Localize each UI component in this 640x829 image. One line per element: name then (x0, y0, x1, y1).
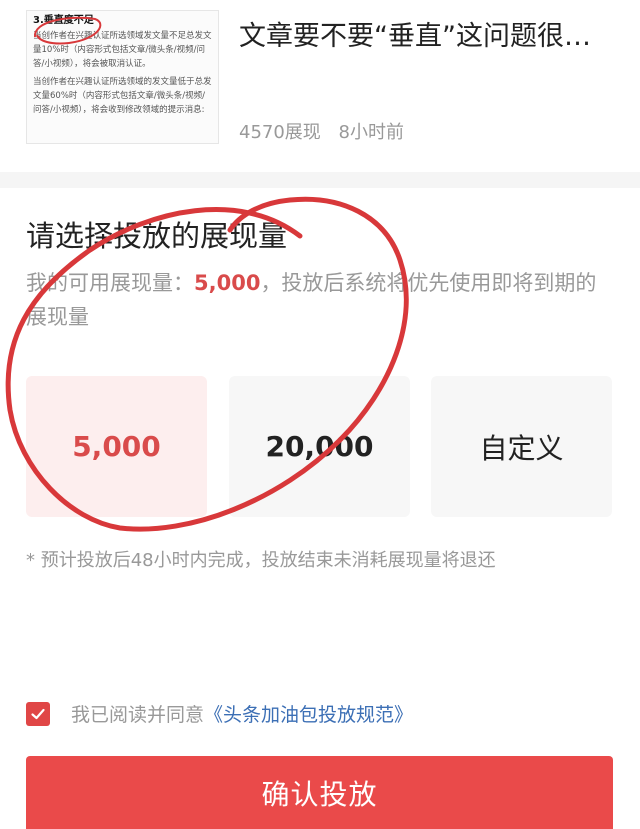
agreement-row: 我已阅读并同意 《头条加油包投放规范》 (26, 700, 413, 727)
article-card[interactable]: 3.垂直度不足 当创作者在兴趣认证所选领域发文量不足总发文量10%时（内容形式包… (0, 0, 640, 172)
agreement-text: 我已阅读并同意 (71, 704, 205, 726)
option-20000[interactable]: 20,000 (229, 376, 410, 517)
agreement-link[interactable]: 《头条加油包投放规范》 (204, 700, 413, 727)
desc-prefix: 我的可用展现量： (26, 271, 194, 295)
available-views-value: 5,000 (194, 271, 261, 295)
confirm-delivery-button[interactable]: 确认投放 (26, 756, 613, 829)
publish-time: 8小时前 (338, 122, 404, 143)
checkmark-icon (31, 708, 45, 719)
article-thumbnail: 3.垂直度不足 当创作者在兴趣认证所选领域发文量不足总发文量10%时（内容形式包… (26, 10, 219, 144)
section-title: 请选择投放的展现量 (26, 219, 288, 253)
view-count: 4570展现 (239, 122, 321, 143)
option-custom[interactable]: 自定义 (431, 376, 612, 517)
article-meta: 4570展现 8小时前 (239, 118, 416, 144)
thumbnail-circle-annotation (34, 16, 102, 45)
available-views-description: 我的可用展现量：5,000，投放后系统将优先使用即将到期的展现量 (26, 266, 616, 334)
delivery-note: * 预计投放后48小时内完成，投放结束未消耗展现量将退还 (26, 550, 496, 571)
agreement-checkbox[interactable] (26, 701, 50, 726)
section-divider (0, 172, 640, 188)
thumbnail-paragraph-2: 当创作者在兴趣认证所选领域的发文量低于总发文量60%时（内容形式包括文章/微头条… (33, 77, 212, 115)
article-title[interactable]: 文章要不要“垂直”这问题很… (239, 18, 619, 56)
option-5000[interactable]: 5,000 (26, 376, 207, 517)
